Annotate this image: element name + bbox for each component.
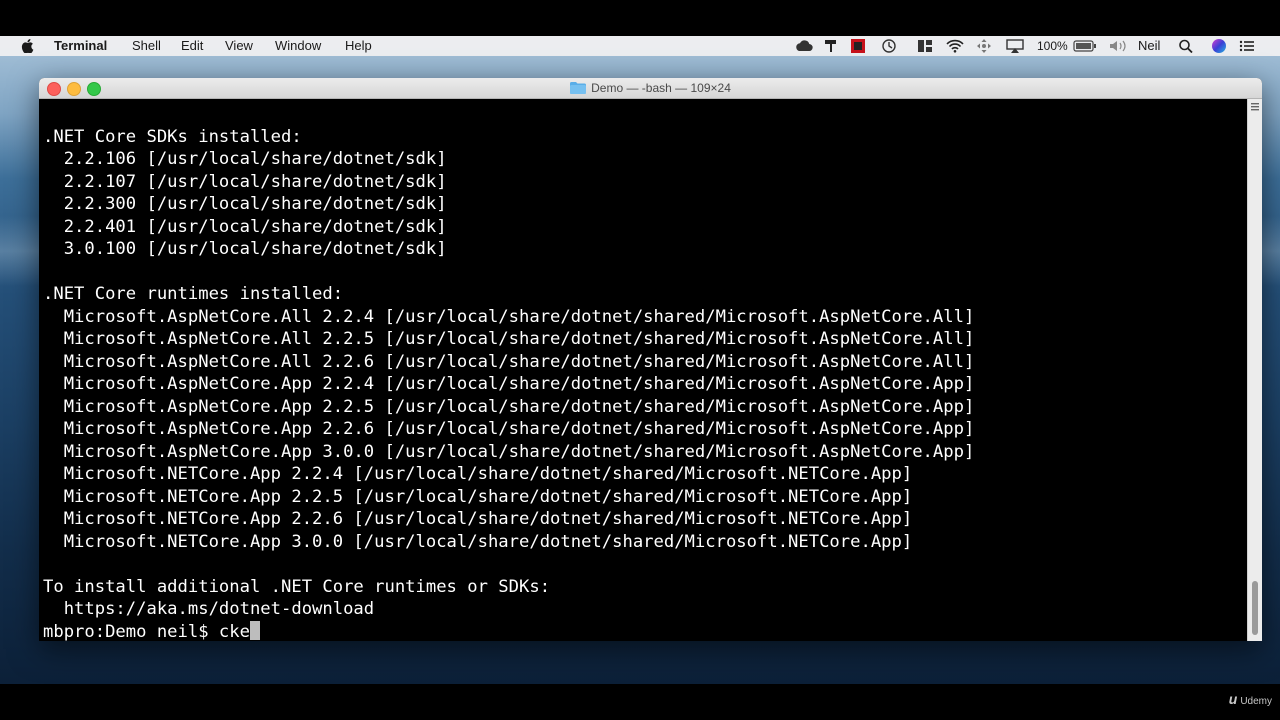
menu-help[interactable]: Help (345, 38, 372, 54)
menu-view[interactable]: View (225, 38, 253, 54)
terminal-line: 2.2.300 [/usr/local/share/dotnet/sdk] (43, 194, 447, 214)
window-layout-icon[interactable] (917, 39, 933, 53)
menu-window[interactable]: Window (275, 38, 321, 54)
terminal-line: Microsoft.NETCore.App 2.2.5 [/usr/local/… (43, 486, 913, 507)
terminal-line: To install additional .NET Core runtimes… (43, 576, 551, 597)
move-icon[interactable] (976, 39, 992, 53)
terminal-line: 2.2.401 [/usr/local/share/dotnet/sdk] (43, 216, 447, 237)
record-icon[interactable] (850, 39, 866, 53)
shell-prompt: mbpro:Demo neil$ (43, 621, 219, 642)
terminal-line: Microsoft.AspNetCore.App 2.2.5 [/usr/loc… (43, 396, 975, 417)
terminal-line: https://aka.ms/dotnet-download (43, 599, 375, 619)
user-name[interactable]: Neil (1138, 38, 1160, 54)
terminal-line: 2.2.106 [/usr/local/share/dotnet/sdk] (43, 149, 447, 169)
terminal-line: Microsoft.NETCore.App 3.0.0 [/usr/local/… (43, 531, 913, 552)
text-cursor (249, 620, 260, 640)
notification-icon[interactable] (1239, 39, 1255, 53)
battery-percent[interactable]: 100% (1037, 38, 1068, 54)
apple-menu-icon[interactable] (21, 39, 34, 53)
menu-app-name[interactable]: Terminal (54, 38, 107, 54)
desktop: Terminal Shell Edit View Window Help 100… (0, 36, 1280, 684)
terminal-line: Microsoft.AspNetCore.App 2.2.4 [/usr/loc… (43, 374, 975, 394)
command-input[interactable]: cke (219, 622, 250, 642)
terminal-line: Microsoft.AspNetCore.All 2.2.4 [/usr/loc… (43, 306, 975, 327)
battery-icon[interactable] (1073, 39, 1097, 53)
terminal-line: Microsoft.AspNetCore.All 2.2.5 [/usr/loc… (43, 329, 975, 349)
terminal-line: Microsoft.AspNetCore.All 2.2.6 [/usr/loc… (43, 351, 975, 372)
folder-icon (570, 81, 587, 94)
window-titlebar[interactable]: Demo — -bash — 109×24 (39, 78, 1262, 99)
time-machine-icon[interactable] (881, 39, 897, 53)
paint-icon[interactable] (823, 39, 839, 53)
siri-icon[interactable] (1211, 39, 1227, 53)
terminal-line: Microsoft.AspNetCore.App 3.0.0 [/usr/loc… (43, 441, 975, 462)
terminal-line: 2.2.107 [/usr/local/share/dotnet/sdk] (43, 171, 447, 192)
terminal-line: Microsoft.NETCore.App 2.2.4 [/usr/local/… (43, 464, 913, 484)
udemy-brand: Udemy (1240, 696, 1272, 707)
window-title: Demo — -bash — 109×24 (591, 81, 731, 95)
terminal-line: 3.0.100 [/usr/local/share/dotnet/sdk] (43, 239, 447, 259)
menu-edit[interactable]: Edit (181, 38, 203, 54)
udemy-watermark: u Udemy (1228, 691, 1272, 708)
terminal-line: Microsoft.AspNetCore.App 2.2.6 [/usr/loc… (43, 419, 975, 439)
udemy-logo-icon: u (1228, 691, 1238, 707)
menu-shell[interactable]: Shell (132, 38, 161, 54)
scrollbar-thumb[interactable] (1252, 581, 1258, 635)
search-icon[interactable] (1178, 39, 1194, 53)
window-title-group: Demo — -bash — 109×24 (39, 78, 1262, 98)
terminal-line: .NET Core SDKs installed: (43, 126, 302, 147)
cloud-icon[interactable] (794, 39, 814, 53)
terminal-line: .NET Core runtimes installed: (43, 284, 344, 304)
terminal-prompt-line[interactable]: mbpro:Demo neil$ cke (43, 620, 974, 642)
split-pane-icon[interactable] (1251, 103, 1259, 111)
terminal-line: Microsoft.NETCore.App 2.2.6 [/usr/local/… (43, 509, 913, 529)
menu-bar: Terminal Shell Edit View Window Help 100… (0, 36, 1280, 56)
terminal-scrollbar[interactable] (1247, 99, 1262, 641)
airplay-icon[interactable] (1006, 39, 1024, 53)
terminal-output-area[interactable]: .NET Core SDKs installed: 2.2.106 [/usr/… (39, 99, 1248, 641)
terminal-output: .NET Core SDKs installed: 2.2.106 [/usr/… (43, 103, 975, 642)
terminal-window: Demo — -bash — 109×24 .NET Core SDKs ins… (39, 78, 1262, 641)
volume-icon[interactable] (1108, 39, 1130, 53)
wifi-icon[interactable] (946, 39, 964, 53)
